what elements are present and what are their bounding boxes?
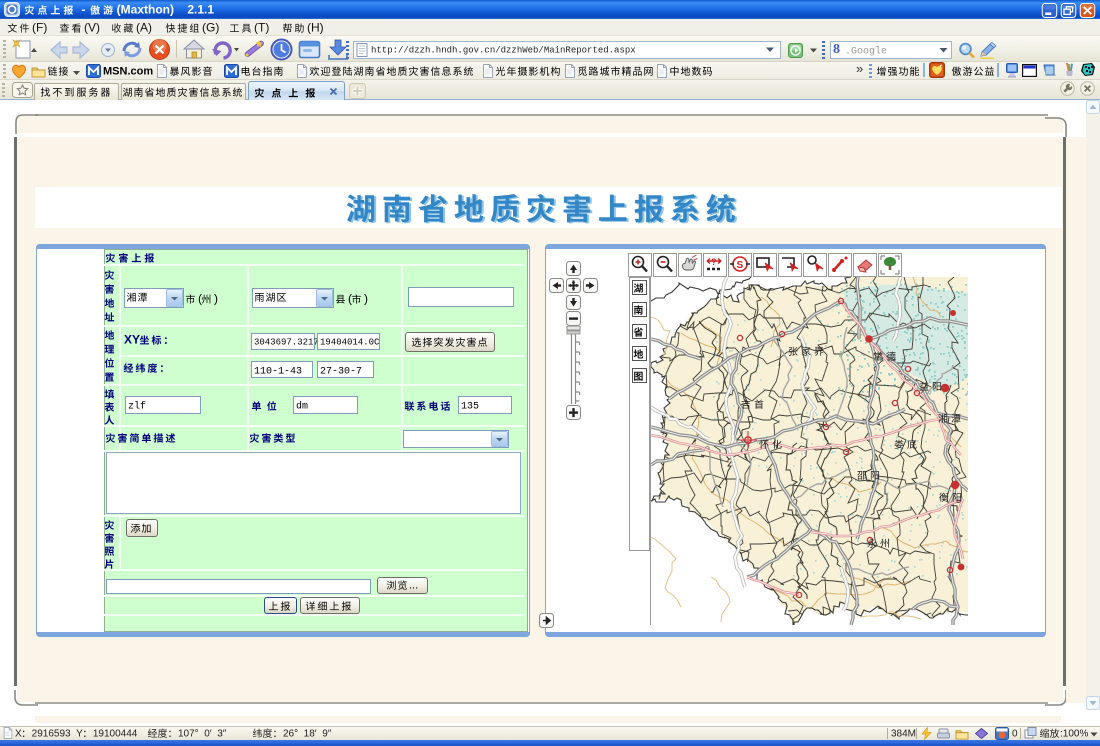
svg-text:27-30-7: 27-30-7 xyxy=(320,366,362,377)
svg-text:2.1.1: 2.1.1 xyxy=(187,2,214,16)
svg-text:): ) xyxy=(214,291,218,305)
svg-text:(V): (V) xyxy=(84,20,100,34)
svg-text:384M: 384M xyxy=(891,729,916,740)
svg-text:26°: 26° xyxy=(283,729,298,740)
svg-text:(F): (F) xyxy=(32,20,47,34)
svg-text:»: » xyxy=(856,61,863,76)
svg-text:(A): (A) xyxy=(136,20,152,34)
svg-text:0′: 0′ xyxy=(204,729,212,740)
svg-text:(H): (H) xyxy=(307,20,324,34)
svg-text:(Maxthon): (Maxthon) xyxy=(117,2,174,16)
svg-text:0: 0 xyxy=(1012,729,1018,740)
svg-text:Y: Y xyxy=(76,729,83,740)
svg-text:dm: dm xyxy=(296,401,308,413)
svg-text:18′: 18′ xyxy=(304,729,317,740)
svg-text:(T): (T) xyxy=(254,20,269,34)
svg-text:XY: XY xyxy=(124,332,140,346)
svg-text:S: S xyxy=(737,260,744,271)
svg-text:3043697.3217: 3043697.3217 xyxy=(254,338,319,348)
svg-text:(: ( xyxy=(198,291,202,305)
svg-text:...: ... xyxy=(409,579,418,591)
svg-text:19100444: 19100444 xyxy=(93,729,138,740)
svg-text:MSN.com: MSN.com xyxy=(103,65,153,77)
svg-text:.Google: .Google xyxy=(845,46,887,58)
svg-text:3″: 3″ xyxy=(217,729,227,740)
svg-text:X: X xyxy=(15,729,22,740)
svg-text:): ) xyxy=(364,291,368,305)
svg-text:?: ? xyxy=(711,257,717,267)
svg-text:135: 135 xyxy=(461,402,479,413)
svg-text::100%: :100% xyxy=(1060,729,1088,740)
svg-text:2916593: 2916593 xyxy=(32,729,71,740)
svg-text:(G): (G) xyxy=(202,20,219,34)
svg-text:19404014.0C: 19404014.0C xyxy=(320,338,380,348)
svg-text:9″: 9″ xyxy=(322,729,332,740)
svg-text:107°: 107° xyxy=(178,729,199,740)
svg-text:(: ( xyxy=(348,291,352,305)
svg-text:-: - xyxy=(81,2,85,16)
svg-text:zlf: zlf xyxy=(128,401,146,413)
svg-text:110-1-43: 110-1-43 xyxy=(254,366,302,377)
svg-text:http://dzzh.hndh.gov.cn/dzzhWe: http://dzzh.hndh.gov.cn/dzzhWeb/MainRepo… xyxy=(371,46,636,56)
